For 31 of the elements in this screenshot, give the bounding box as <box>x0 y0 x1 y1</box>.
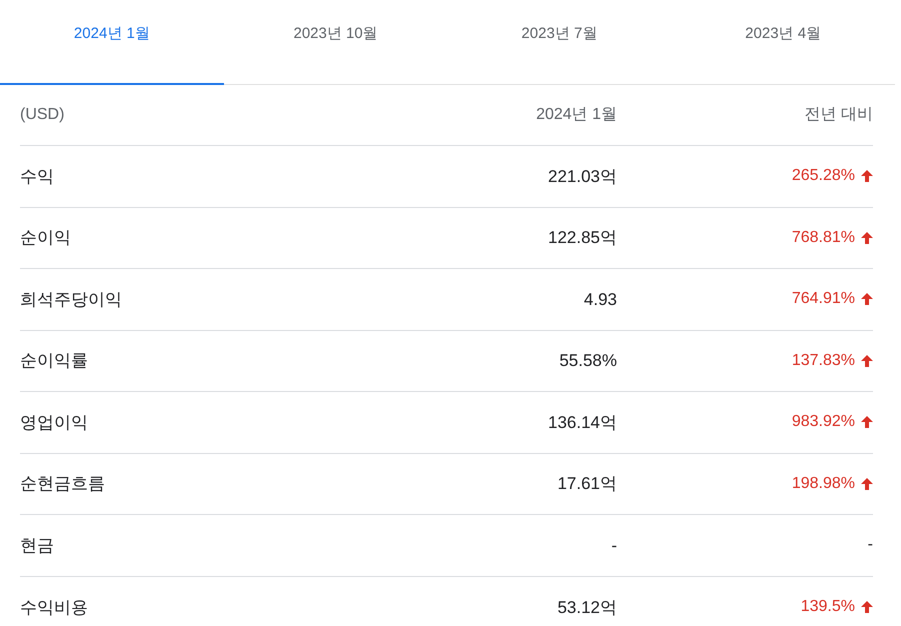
row-label: 순이익 <box>20 227 72 249</box>
value-cell-text: - <box>610 534 617 556</box>
value-cell-text: 4.93 <box>582 288 617 310</box>
change-cell-text: 768.81% <box>792 228 855 248</box>
value-cell-text: 136.14억 <box>547 412 617 434</box>
change-cell-text: - <box>868 535 873 556</box>
row-label: 수익비용 <box>20 596 89 618</box>
column-header: 전년 대비 <box>804 105 873 125</box>
value-cell-text: 221.03억 <box>547 166 617 188</box>
tab[interactable]: 2023년 10월 <box>224 0 448 85</box>
column-header: (USD) <box>20 105 66 125</box>
change-cell-text: 265.28% <box>792 166 855 186</box>
value-cell-text: 53.12억 <box>556 596 617 618</box>
tab[interactable]: 2023년 4월 <box>671 0 895 85</box>
column-header: 2024년 1월 <box>535 105 617 125</box>
row-label: 수익 <box>20 166 55 188</box>
change-cell-text: 137.83% <box>792 350 855 371</box>
row-label: 현금 <box>20 534 55 556</box>
row-label: 영업이익 <box>20 412 89 434</box>
change-cell-text: 198.98% <box>792 474 855 494</box>
change-cell-text: 764.91% <box>792 289 855 310</box>
change-cell-text: 983.92% <box>792 412 855 432</box>
value-cell-text: 122.85억 <box>547 227 617 249</box>
row-label: 순이익률 <box>20 350 89 372</box>
tab[interactable]: 2023년 7월 <box>448 0 672 85</box>
value-cell-text: 55.58% <box>558 350 617 372</box>
tab[interactable]: 2024년 1월 <box>0 0 224 85</box>
row-label: 순현금흐름 <box>20 473 106 495</box>
row-label: 희석주당이익 <box>20 288 123 310</box>
change-cell-text: 139.5% <box>800 597 855 618</box>
value-cell-text: 17.61억 <box>556 473 617 495</box>
